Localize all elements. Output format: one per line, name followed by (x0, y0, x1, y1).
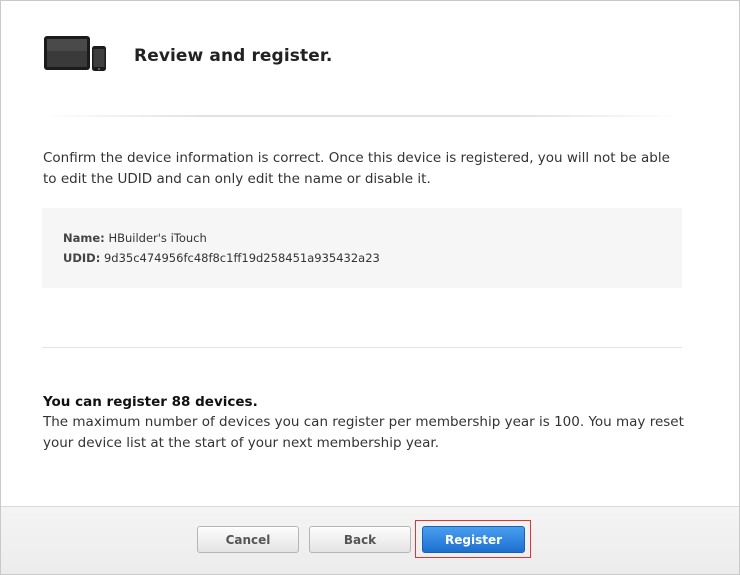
device-udid-label: UDID: (63, 251, 101, 265)
device-udid-row: UDID: 9d35c474956fc48f8c1ff19d258451a935… (63, 251, 380, 265)
register-device-panel: Review and register. Confirm the device … (0, 0, 740, 575)
device-name-label: Name: (63, 231, 105, 245)
header-divider (41, 115, 681, 117)
device-name-value: HBuilder's iTouch (108, 231, 207, 245)
device-udid-value: 9d35c474956fc48f8c1ff19d258451a935432a23 (103, 251, 380, 265)
footer-bar: Cancel Back Register (1, 506, 739, 574)
devices-icon (44, 36, 106, 71)
device-info-box: Name: HBuilder's iTouch UDID: 9d35c47495… (42, 208, 682, 288)
confirm-instructions: Confirm the device information is correc… (43, 150, 670, 187)
register-button[interactable]: Register (422, 526, 525, 553)
device-limit-text: The maximum number of devices you can re… (43, 414, 684, 451)
device-limit-heading: You can register 88 devices. (43, 394, 258, 410)
section-divider (42, 347, 682, 348)
header: Review and register. (1, 1, 739, 121)
device-name-row: Name: HBuilder's iTouch (63, 231, 207, 245)
cancel-button[interactable]: Cancel (197, 526, 299, 553)
page-title: Review and register. (134, 46, 333, 66)
back-button[interactable]: Back (309, 526, 411, 553)
